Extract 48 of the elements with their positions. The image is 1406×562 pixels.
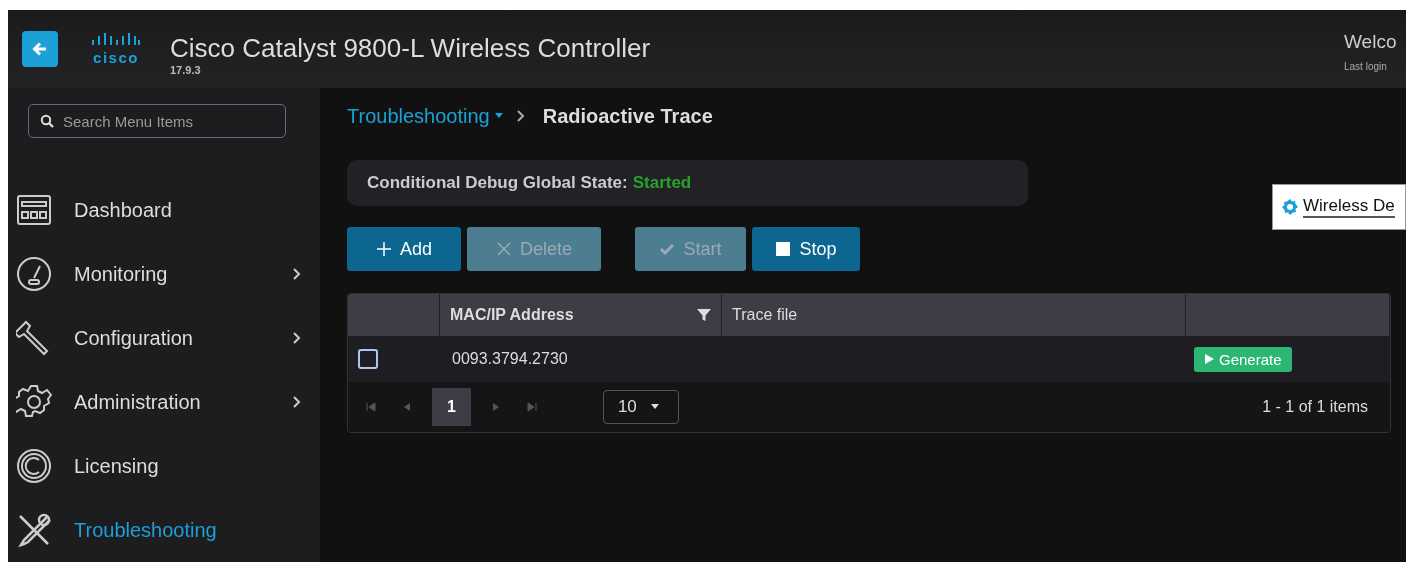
menu-item[interactable]: Monitoring (8, 242, 320, 306)
administration-icon (16, 384, 52, 420)
menu-item[interactable]: Troubleshooting (8, 498, 320, 562)
page-size-dropdown[interactable]: 10 (602, 390, 679, 424)
app-title: Cisco Catalyst 9800-L Wireless Controller (170, 32, 651, 64)
table-cell: 0093.3794.2730 (452, 350, 568, 368)
caret-icon (650, 404, 659, 410)
row-checkbox[interactable] (358, 349, 378, 369)
filter-icon[interactable] (697, 308, 711, 322)
logo-text: cisco (93, 48, 139, 66)
version-label: 17.9.3 (170, 63, 202, 76)
page-title: Radioactive Trace (542, 104, 713, 128)
plus-icon (376, 241, 392, 257)
stop-button[interactable]: Stop (752, 227, 860, 271)
licensing-icon (16, 448, 52, 484)
breadcrumb-link[interactable]: Troubleshooting (347, 104, 490, 128)
menu-item[interactable]: Dashboard (8, 178, 320, 242)
chevron-right-icon (515, 109, 526, 123)
menu-item[interactable]: Administration (8, 370, 320, 434)
first-page-icon[interactable] (366, 402, 376, 412)
status-label: Conditional Debug Global State: (367, 173, 628, 193)
menu-item[interactable]: Licensing (8, 434, 320, 498)
search-field[interactable]: Search Menu Items (28, 104, 286, 138)
back-button[interactable] (22, 31, 58, 67)
cross-icon (496, 241, 512, 257)
check-icon (659, 241, 676, 257)
previous-page-icon[interactable] (402, 402, 412, 412)
menu-item[interactable]: Configuration (8, 306, 320, 370)
search-icon (40, 114, 54, 128)
column-header: MAC/IP Address (450, 306, 574, 324)
add-button[interactable]: Add (347, 227, 461, 271)
pager-summary: 1 - 1 of 1 items (1262, 398, 1368, 416)
next-page-icon[interactable] (490, 402, 501, 412)
troubleshooting-icon (16, 512, 52, 548)
gear-icon (1281, 198, 1299, 216)
status-value: Started (632, 173, 692, 193)
play-icon (1204, 354, 1214, 364)
monitoring-icon (16, 256, 52, 292)
dashboard-icon (16, 192, 52, 228)
arrow-left-icon (31, 40, 49, 58)
welcome-text: Welco (1344, 30, 1398, 53)
last-login-text: Last login (1344, 60, 1388, 72)
last-page-icon[interactable] (526, 402, 537, 412)
square-icon (775, 241, 792, 257)
side-panel-tab[interactable]: Wireless De (1272, 184, 1406, 230)
caret-icon (494, 113, 503, 119)
page-button[interactable]: 1 (432, 388, 471, 426)
column-header: Trace file (732, 306, 798, 324)
